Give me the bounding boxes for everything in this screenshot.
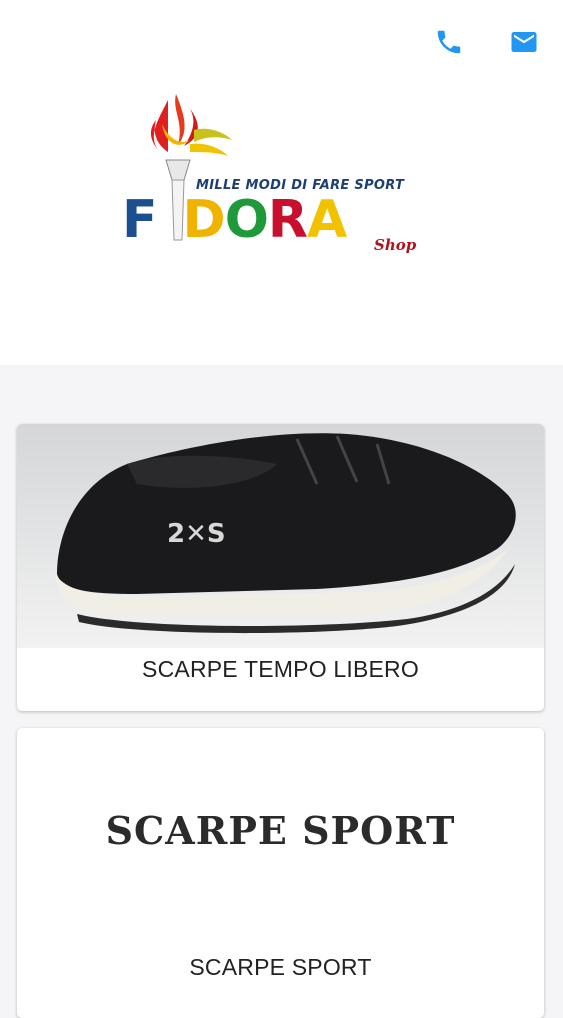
category-label: SCARPE TEMPO LIBERO <box>142 656 419 682</box>
sneaker-image: 2✕S <box>17 424 544 648</box>
phone-icon <box>437 30 461 54</box>
logo-brand: FIDORA <box>122 190 347 250</box>
logo-letter: O <box>224 190 269 250</box>
logo-letter: I <box>157 190 183 250</box>
category-label: SCARPE SPORT <box>189 954 372 980</box>
logo-letter: R <box>267 190 308 250</box>
category-image-text: SCARPE SPORT <box>105 808 456 853</box>
app-header: MILLE MODI DI FARE SPORT FIDORA Shop <box>0 0 563 365</box>
fidora-logo: MILLE MODI DI FARE SPORT FIDORA Shop <box>118 90 438 265</box>
logo-letter: A <box>306 190 347 250</box>
logo-letter: F <box>122 190 158 250</box>
mail-icon <box>511 32 537 52</box>
category-card[interactable]: SCARPE SPORT SCARPE SPORT <box>17 728 544 1018</box>
svg-text:2✕S: 2✕S <box>167 519 226 549</box>
mail-button[interactable] <box>504 22 544 62</box>
category-card[interactable]: 2✕S SCARPE TEMPO LIBERO <box>17 424 544 711</box>
phone-button[interactable] <box>429 22 469 62</box>
logo-shop: Shop <box>374 236 417 254</box>
logo-letter: D <box>182 190 226 250</box>
